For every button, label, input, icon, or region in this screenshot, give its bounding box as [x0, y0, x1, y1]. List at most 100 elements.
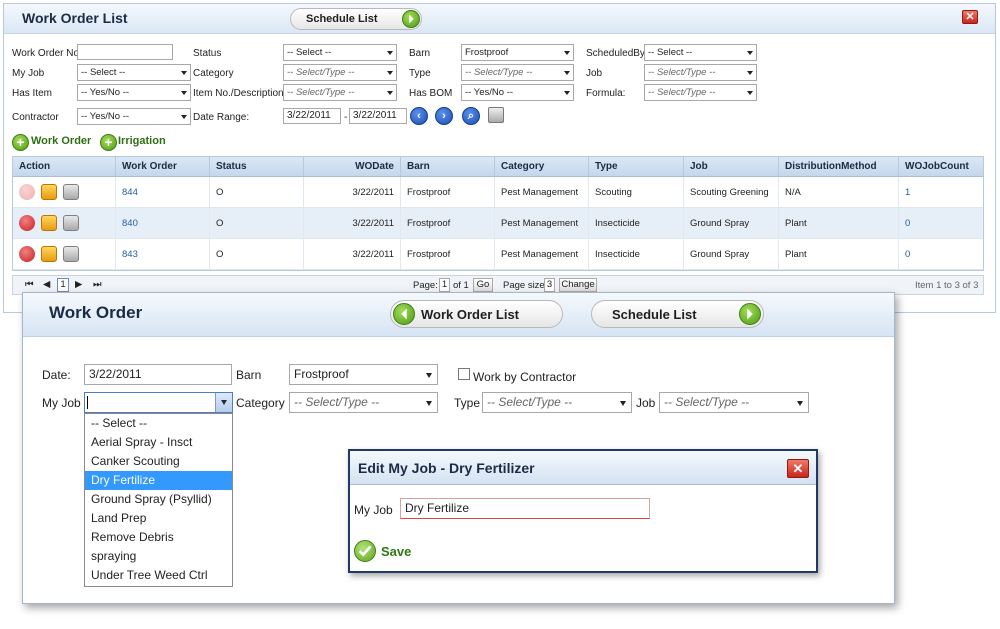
list-item[interactable]: Land Prep: [85, 509, 232, 528]
dialog-myjob-label: My Job: [354, 503, 393, 517]
column-header[interactable]: Barn: [401, 157, 495, 176]
add-work-order-link[interactable]: Work Order: [31, 135, 91, 147]
hasbom-select[interactable]: -- Yes/No --: [461, 84, 574, 101]
schedule-list-button[interactable]: Schedule List: [591, 300, 764, 328]
category-select[interactable]: -- Select/Type --: [289, 392, 438, 413]
schedule-list-button[interactable]: Schedule List: [290, 8, 422, 30]
job-select[interactable]: -- Select/Type --: [659, 392, 809, 413]
save-button[interactable]: Save: [354, 540, 434, 564]
delete-icon[interactable]: [19, 184, 35, 200]
printer-icon[interactable]: [63, 246, 79, 262]
column-header[interactable]: Type: [589, 157, 684, 176]
work-order-link[interactable]: 843: [116, 239, 210, 269]
change-button[interactable]: Change: [559, 278, 597, 292]
go-button[interactable]: Go: [473, 278, 493, 292]
printer-icon[interactable]: [63, 215, 79, 231]
of-label: of 1: [453, 280, 469, 291]
save-label: Save: [381, 544, 412, 559]
jobcount-link[interactable]: 0: [899, 208, 983, 238]
first-page-icon[interactable]: ⏮: [25, 279, 34, 290]
column-header[interactable]: Work Order: [116, 157, 210, 176]
list-item[interactable]: Under Tree Weed Ctrl: [85, 566, 232, 585]
page-size-input[interactable]: 3: [544, 278, 555, 292]
prev-page-icon[interactable]: ◀: [43, 279, 50, 290]
status-cell: O: [210, 208, 304, 238]
edit-icon[interactable]: [41, 246, 57, 262]
type-select[interactable]: -- Select/Type --: [461, 64, 574, 81]
table-row[interactable]: 843 O 3/22/2011 Frostproof Pest Manageme…: [13, 239, 983, 270]
itemno-value: -- Select/Type --: [287, 87, 355, 98]
list-item-selected[interactable]: Dry Fertilize: [85, 471, 232, 490]
work-order-link[interactable]: 844: [116, 177, 210, 207]
edit-myjob-dialog: Edit My Job - Dry Fertilizer ✕ My Job Dr…: [348, 449, 818, 573]
formula-select[interactable]: -- Select/Type --: [644, 84, 757, 101]
myjob-combobox[interactable]: [84, 392, 233, 413]
job-select[interactable]: -- Select/Type --: [644, 64, 757, 81]
dialog-myjob-input[interactable]: Dry Fertilize: [400, 498, 650, 519]
current-page-button[interactable]: 1: [57, 278, 69, 292]
work-order-no-input[interactable]: [77, 44, 173, 60]
column-header[interactable]: WOJobCount: [899, 157, 983, 176]
next-page-icon[interactable]: ▶: [75, 279, 82, 290]
printer-icon[interactable]: [63, 184, 79, 200]
date-from-input[interactable]: 3/22/2011: [283, 108, 341, 124]
add-irrigation-link[interactable]: Irrigation: [118, 135, 166, 147]
list-item[interactable]: Ground Spray (Psyllid): [85, 490, 232, 509]
column-header[interactable]: DistributionMethod: [779, 157, 899, 176]
hasitem-label: Has Item: [12, 88, 53, 99]
column-header[interactable]: Category: [495, 157, 589, 176]
column-header[interactable]: WODate: [304, 157, 401, 176]
column-header[interactable]: Job: [684, 157, 779, 176]
barn-cell: Frostproof: [401, 177, 495, 207]
contractor-checkbox[interactable]: [458, 368, 470, 380]
hasitem-select[interactable]: -- Yes/No --: [77, 84, 191, 101]
myjob-select[interactable]: -- Select --: [77, 64, 191, 81]
last-page-icon[interactable]: ⏭: [93, 279, 102, 290]
formula-label: Formula:: [586, 88, 626, 99]
add-icon[interactable]: +: [100, 134, 117, 151]
type-select[interactable]: -- Select/Type --: [482, 392, 632, 413]
column-header[interactable]: Action: [13, 157, 116, 176]
table-row[interactable]: 844 O 3/22/2011 Frostproof Pest Manageme…: [13, 177, 983, 208]
delete-icon[interactable]: [19, 246, 35, 262]
close-icon[interactable]: ✕: [962, 10, 978, 24]
list-item[interactable]: Aerial Spray - Insct: [85, 433, 232, 452]
close-icon[interactable]: ✕: [787, 459, 809, 478]
page-input[interactable]: 1: [439, 278, 450, 292]
dialog-title: Edit My Job - Dry Fertilizer: [358, 460, 535, 476]
date-input[interactable]: 3/22/2011: [84, 364, 232, 385]
column-header[interactable]: Status: [210, 157, 304, 176]
list-item[interactable]: Canker Scouting: [85, 452, 232, 471]
add-icon[interactable]: +: [12, 134, 29, 151]
job-cell: Scouting Greening: [684, 177, 779, 207]
list-item[interactable]: Remove Debris: [85, 528, 232, 547]
search-icon[interactable]: ⌕: [462, 107, 480, 125]
list-title: Work Order List: [22, 10, 128, 26]
date-to-input[interactable]: 3/22/2011: [349, 108, 407, 124]
jobcount-link[interactable]: 1: [899, 177, 983, 207]
category-cell: Pest Management: [495, 177, 589, 207]
list-item[interactable]: -- Select --: [85, 414, 232, 433]
barn-select[interactable]: Frostproof: [289, 364, 438, 385]
contractor-value: -- Yes/No --: [81, 111, 130, 122]
arrow-right-icon[interactable]: ›: [435, 107, 453, 125]
contractor-label: Contractor: [12, 112, 59, 123]
arrow-left-icon[interactable]: ‹: [410, 107, 428, 125]
hasitem-value: -- Yes/No --: [81, 87, 130, 98]
edit-icon[interactable]: [41, 215, 57, 231]
delete-icon[interactable]: [19, 215, 35, 231]
status-select[interactable]: -- Select --: [283, 44, 397, 61]
itemno-select[interactable]: -- Select/Type --: [283, 84, 397, 101]
contractor-select[interactable]: -- Yes/No --: [77, 108, 191, 125]
category-select[interactable]: -- Select/Type --: [283, 64, 397, 81]
work-order-link[interactable]: 840: [116, 208, 210, 238]
table-row[interactable]: 840 O 3/22/2011 Frostproof Pest Manageme…: [13, 208, 983, 239]
chevron-down-icon[interactable]: [215, 393, 232, 412]
list-item[interactable]: spraying: [85, 547, 232, 566]
work-order-list-button[interactable]: Work Order List: [390, 300, 563, 328]
edit-icon[interactable]: [41, 184, 57, 200]
barn-select[interactable]: Frostproof: [461, 44, 574, 61]
jobcount-link[interactable]: 0: [899, 239, 983, 269]
printer-icon[interactable]: [488, 107, 504, 123]
scheduledby-select[interactable]: -- Select --: [644, 44, 757, 61]
